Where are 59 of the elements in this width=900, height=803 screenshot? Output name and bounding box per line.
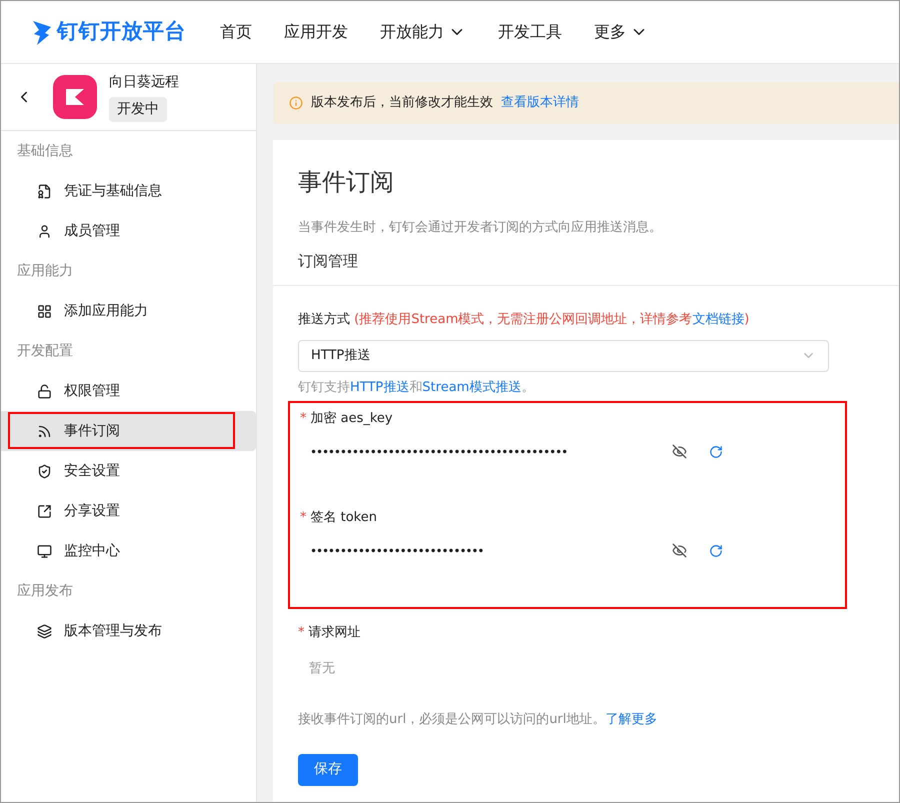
eye-off-icon[interactable] [672,543,687,558]
secret-value: ••••••••••••••••••••••••••••••••••••••••••• [309,444,568,460]
nav-link[interactable]: 应用开发 [268,20,364,44]
sidebar-item[interactable]: 安全设置 [1,451,256,491]
required-mark: * [300,509,306,527]
field-label: 签名 token [310,509,377,527]
secret-value: ••••••••••••••••••••••••••••• [309,542,484,560]
grid-icon [37,304,52,318]
sidebar-group-title: 开发配置 [16,342,74,361]
layers-icon [37,624,52,638]
field-label: 请求网址 [308,624,360,642]
sidebar-group-title: 应用能力 [16,262,74,281]
stream-push-link[interactable]: Stream模式推送 [422,380,522,394]
sidebar-item[interactable]: 成员管理 [1,211,256,251]
sidebar-item[interactable]: 权限管理 [1,371,256,411]
docs-link[interactable]: 文档链接 [692,312,744,327]
refresh-icon[interactable] [709,544,723,558]
sidebar-item[interactable]: 分享设置 [1,491,256,531]
version-details-link[interactable]: 查看版本详情 [501,93,579,113]
sidebar-item[interactable]: 添加应用能力 [1,291,256,331]
sidebar-item[interactable]: 版本管理与发布 [1,611,256,651]
learn-more-link[interactable]: 了解更多 [605,712,658,727]
padlock-icon [37,384,52,398]
monitor-icon [37,544,52,558]
push-select[interactable]: HTTP推送 [298,340,829,372]
feed-icon [37,424,52,438]
sidebar-item[interactable]: 事件订阅 [1,411,256,451]
section-title: 订阅管理 [273,250,899,286]
sidebar-group-title: 基础信息 [16,142,74,161]
nav-link[interactable]: 开发工具 [482,20,578,44]
logo-text: 钉钉开放平台 [57,18,186,46]
info-icon [289,96,303,110]
page-title: 事件订阅 [298,167,395,198]
sidebar-item[interactable]: 监控中心 [1,531,256,571]
card-icon [37,184,52,198]
required-mark: * [298,624,304,642]
eye-off-icon[interactable] [672,444,687,459]
external-link-icon [37,504,52,518]
sidebar-item[interactable]: 凭证与基础信息 [1,171,256,211]
http-push-link[interactable]: HTTP推送 [350,380,410,394]
field-label: 加密 aes_key [310,410,393,428]
required-mark: * [300,410,306,428]
nav-link[interactable]: 更多 [578,20,664,44]
url-value: 暂无 [308,660,336,678]
app-name: 向日葵远程 [109,73,179,92]
nav-link[interactable]: 首页 [204,20,268,44]
nav-link[interactable]: 开放能力 [364,20,482,44]
refresh-icon[interactable] [709,444,723,458]
notice-text: 版本发布后，当前修改才能生效 [311,94,493,112]
status-tag: 开发中 [109,97,167,122]
page-description: 当事件发生时，钉钉会通过开发者订阅的方式向应用推送消息。 [298,219,663,237]
push-label: 推送方式 (推荐使用Stream模式，无需注册公网回调地址，详情参考文档链接) [298,311,750,329]
shield-icon [37,464,52,478]
save-button[interactable]: 保存 [298,754,358,786]
url-help-text: 接收事件订阅的url，必须是公网可以访问的url地址。了解更多 [298,711,658,729]
app-logo [53,75,97,119]
push-help-text: 钉钉支持HTTP推送和Stream模式推送。 [298,378,536,396]
sidebar-group-title: 应用发布 [16,582,74,601]
user-icon [37,224,52,238]
